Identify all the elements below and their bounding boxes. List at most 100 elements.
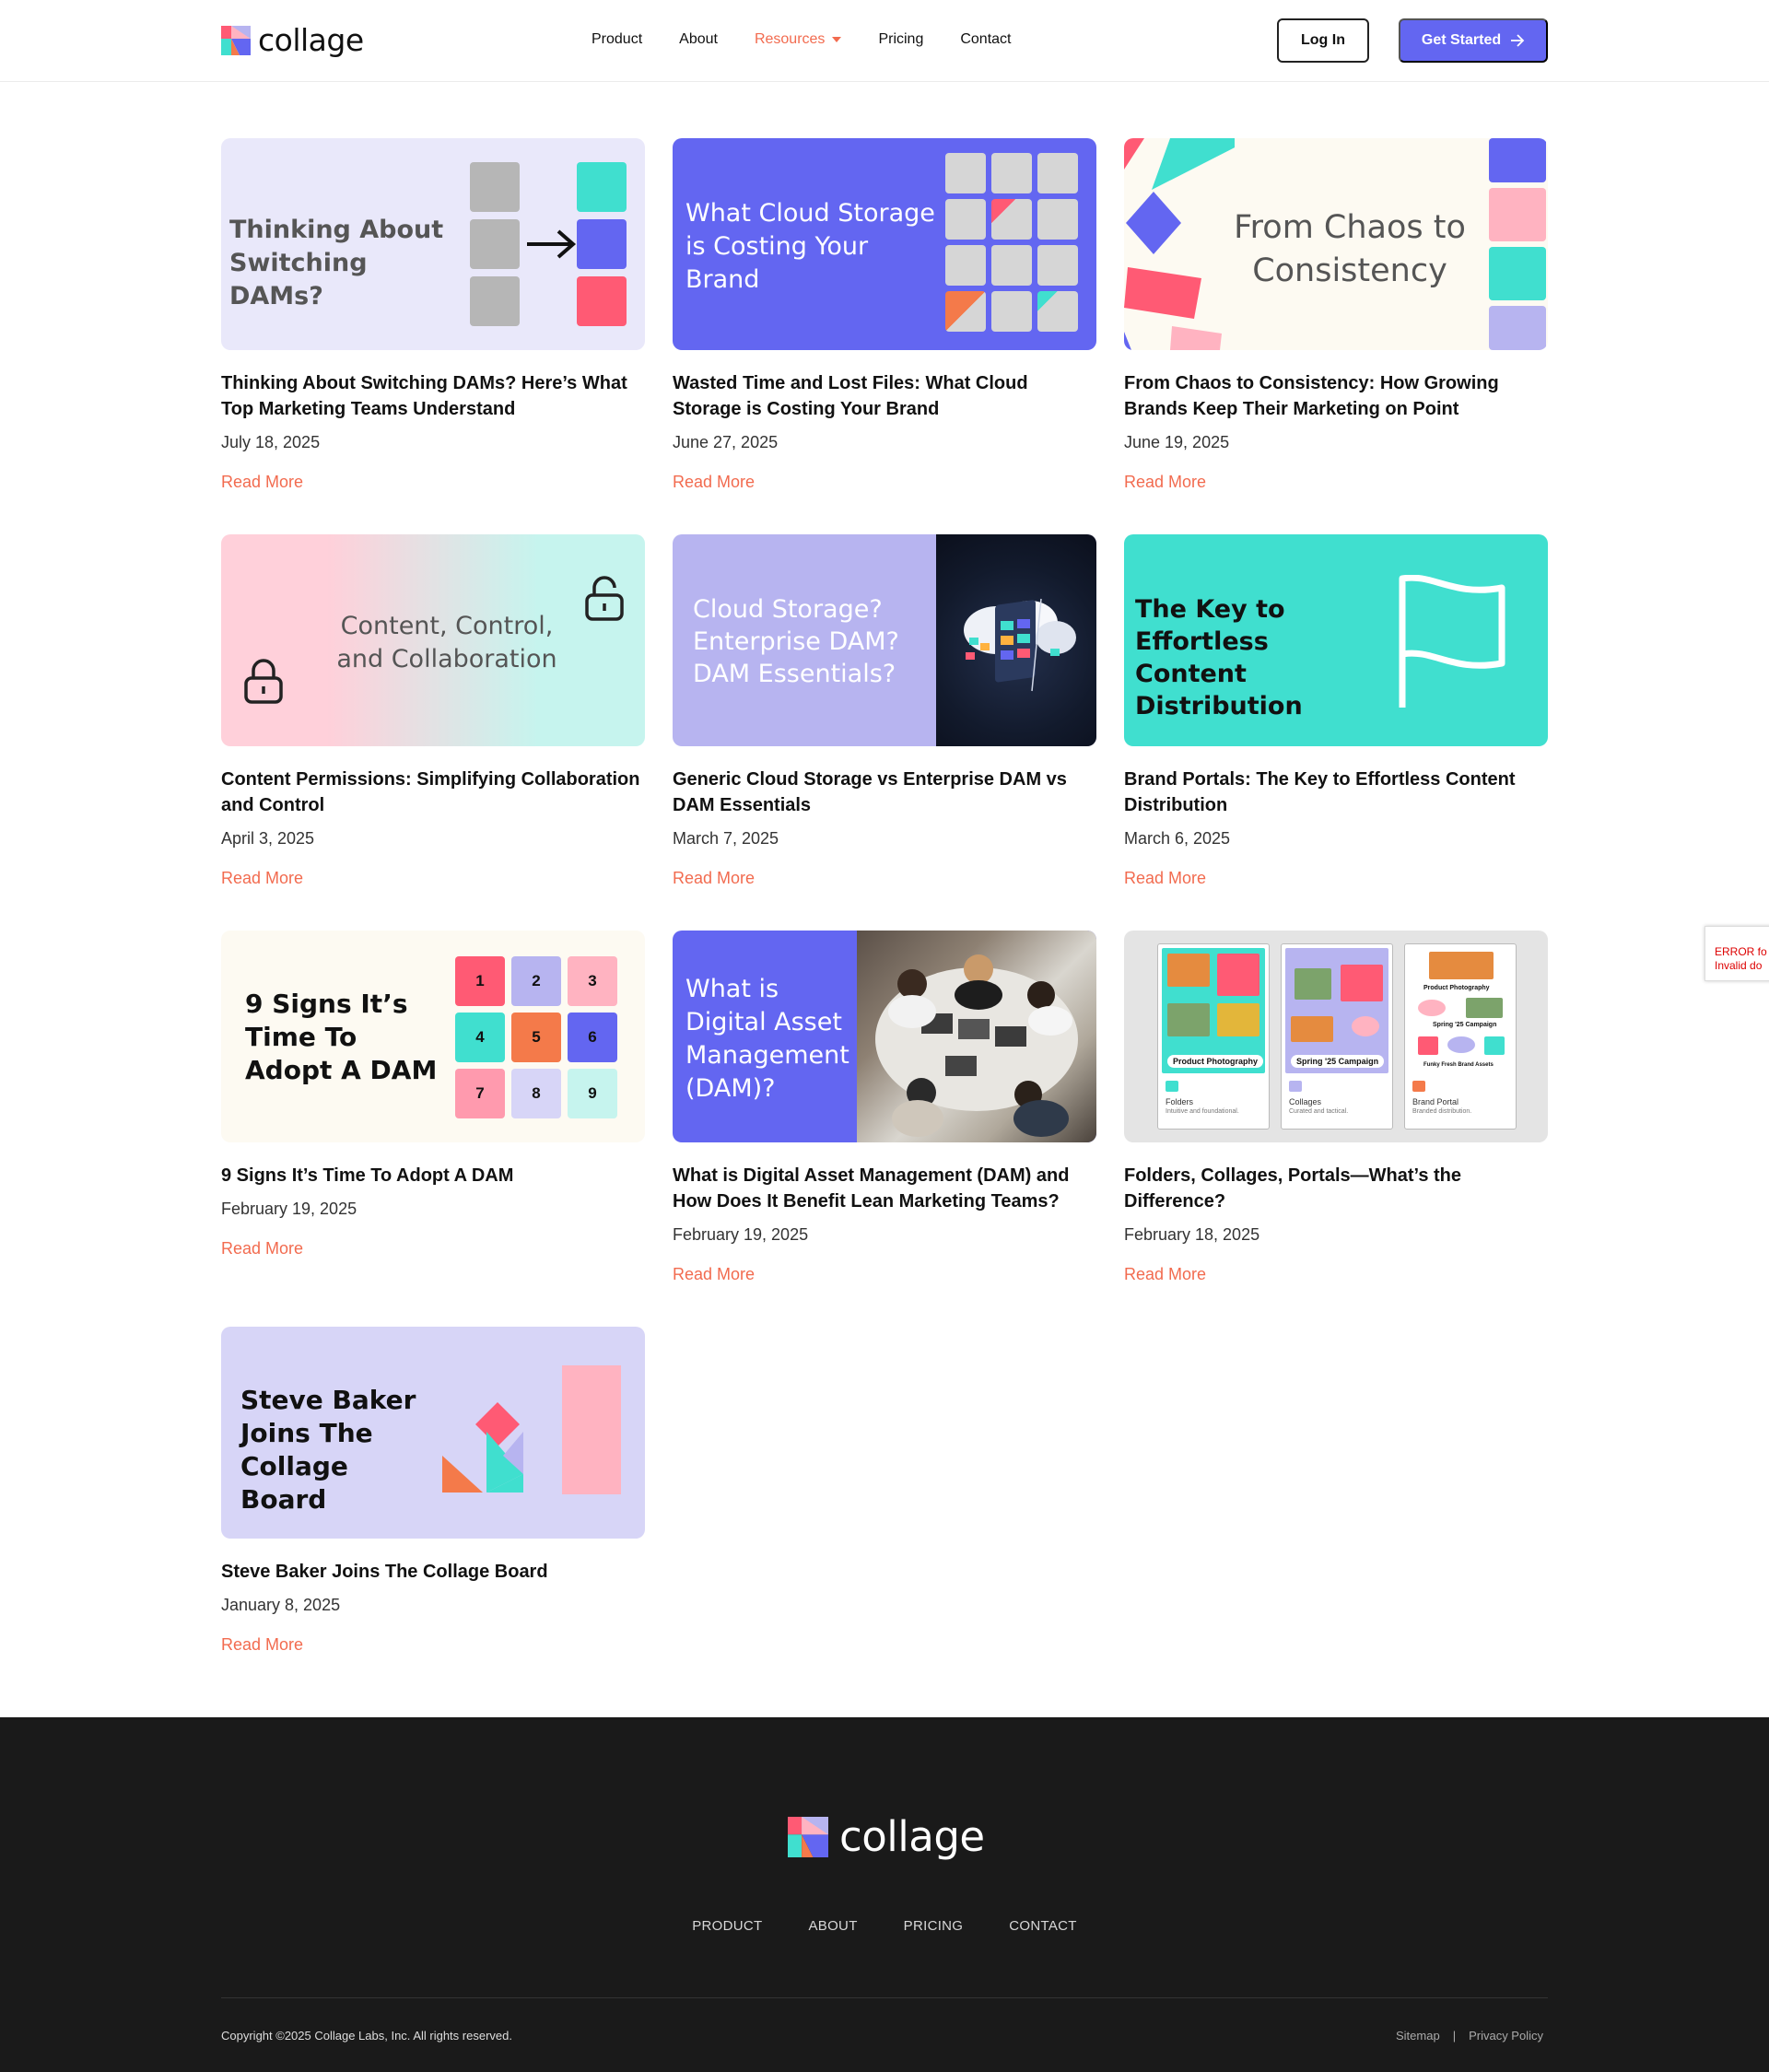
- post-title[interactable]: Folders, Collages, Portals—What’s the Di…: [1124, 1163, 1548, 1214]
- post-title[interactable]: Generic Cloud Storage vs Enterprise DAM …: [673, 767, 1096, 818]
- post-date: March 6, 2025: [1124, 829, 1231, 848]
- privacy-policy-link[interactable]: Privacy Policy: [1469, 2029, 1543, 2043]
- post-date: June 27, 2025: [673, 433, 779, 451]
- thumbnail-text: What Cloud Storage is Costing Your Brand: [685, 199, 935, 294]
- recaptcha-badge[interactable]: ERROR fo Invalid do: [1705, 926, 1769, 981]
- blog-card: 9 Signs It’s Time To Adopt A DAM 1 2 3 4…: [221, 931, 645, 1327]
- portal-card: Spring '25 Campaign Collages Curated and…: [1281, 943, 1393, 1130]
- post-thumbnail[interactable]: The Key to Effortless Content Distributi…: [1124, 534, 1548, 746]
- read-more-link[interactable]: Read More: [1124, 1265, 1206, 1284]
- number-tile: 9: [568, 1069, 617, 1118]
- portal-preview: Spring '25 Campaign: [1285, 948, 1388, 1073]
- collage-icon: [1289, 1081, 1302, 1092]
- read-more-link[interactable]: Read More: [1124, 869, 1206, 888]
- photo-thumbnail: [1418, 1000, 1446, 1016]
- team-photo: [857, 931, 1096, 1142]
- post-title[interactable]: 9 Signs It’s Time To Adopt A DAM: [221, 1163, 645, 1188]
- blog-card: Product Photography Folders Intuitive an…: [1124, 931, 1548, 1327]
- grey-block: [470, 219, 520, 269]
- post-thumbnail[interactable]: 9 Signs It’s Time To Adopt A DAM 1 2 3 4…: [221, 931, 645, 1142]
- flag-icon: [1399, 575, 1505, 708]
- post-title[interactable]: Wasted Time and Lost Files: What Cloud S…: [673, 370, 1096, 422]
- footer-nav-product[interactable]: PRODUCT: [692, 1918, 762, 1934]
- thumbnail-text: Content, Control, and Collaboration: [336, 612, 557, 673]
- footer-nav-contact[interactable]: CONTACT: [1009, 1918, 1076, 1934]
- get-started-label: Get Started: [1421, 32, 1502, 48]
- post-thumbnail[interactable]: What Cloud Storage is Costing Your Brand: [673, 138, 1096, 350]
- blog-card: Thinking About Switching DAMs? Thinking …: [221, 138, 645, 534]
- post-thumbnail[interactable]: Content, Control, and Collaboration: [221, 534, 645, 746]
- post-thumbnail[interactable]: Thinking About Switching DAMs?: [221, 138, 645, 350]
- thumbnail-text: What is Digital Asset Management (DAM)?: [685, 975, 849, 1103]
- nav-contact[interactable]: Contact: [960, 31, 1011, 48]
- copyright: Copyright ©2025 Collage Labs, Inc. All r…: [221, 2029, 512, 2043]
- thumbnail-text: Steve Baker Joins The Collage Board: [240, 1385, 416, 1515]
- read-more-link[interactable]: Read More: [221, 473, 303, 492]
- nav-pricing[interactable]: Pricing: [878, 31, 923, 48]
- portal-label: Spring '25 Campaign: [1291, 1055, 1385, 1068]
- shapes-illustration: [442, 1365, 621, 1494]
- number-tile: 3: [568, 956, 617, 1006]
- portal-desc: Curated and tactical.: [1289, 1108, 1349, 1115]
- login-button[interactable]: Log In: [1277, 18, 1369, 63]
- number-tile: 8: [511, 1069, 561, 1118]
- number-tile: 7: [455, 1069, 505, 1118]
- teal-block: [1489, 247, 1546, 300]
- nav-resources[interactable]: Resources: [755, 31, 842, 48]
- number-tile: 1: [455, 956, 505, 1006]
- read-more-link[interactable]: Read More: [673, 473, 755, 492]
- post-title[interactable]: Brand Portals: The Key to Effortless Con…: [1124, 767, 1548, 818]
- footer-nav-about[interactable]: ABOUT: [808, 1918, 857, 1934]
- read-more-link[interactable]: Read More: [673, 869, 755, 888]
- post-title[interactable]: What is Digital Asset Management (DAM) a…: [673, 1163, 1096, 1214]
- post-title[interactable]: Steve Baker Joins The Collage Board: [221, 1559, 645, 1585]
- post-date: January 8, 2025: [221, 1596, 341, 1614]
- post-date: April 3, 2025: [221, 829, 315, 848]
- footer-nav-pricing[interactable]: PRICING: [904, 1918, 964, 1934]
- number-tile: 2: [511, 956, 561, 1006]
- photo-thumbnail: [1167, 1003, 1210, 1036]
- photo-thumbnail: [1167, 954, 1210, 987]
- read-more-link[interactable]: Read More: [1124, 473, 1206, 492]
- lavender-block: [1489, 306, 1546, 350]
- portal-card: Product Photography Folders Intuitive an…: [1157, 943, 1270, 1130]
- number-tile: 5: [511, 1013, 561, 1062]
- post-title[interactable]: Content Permissions: Simplifying Collabo…: [221, 767, 645, 818]
- blue-block: [577, 219, 627, 269]
- footer-logo[interactable]: collage: [788, 1816, 985, 1857]
- photo-thumbnail: [1295, 968, 1331, 1000]
- get-started-button[interactable]: Get Started: [1399, 18, 1548, 63]
- portal-label: Spring '25 Campaign: [1433, 1022, 1497, 1028]
- footer-nav: PRODUCT ABOUT PRICING CONTACT: [0, 1918, 1769, 1934]
- post-title[interactable]: Thinking About Switching DAMs? Here’s Wh…: [221, 370, 645, 422]
- nav-product[interactable]: Product: [592, 31, 642, 48]
- post-thumbnail[interactable]: From Chaos to Consistency: [1124, 138, 1548, 350]
- blog-card: From Chaos to Consistency From Chaos to …: [1124, 138, 1548, 534]
- post-thumbnail[interactable]: Cloud Storage? Enterprise DAM? DAM Essen…: [673, 534, 1096, 746]
- recaptcha-error-line: ERROR fo: [1715, 945, 1767, 958]
- portal-label: Product Photography: [1423, 985, 1490, 991]
- blue-block: [1489, 138, 1546, 182]
- read-more-link[interactable]: Read More: [673, 1265, 755, 1284]
- read-more-link[interactable]: Read More: [221, 1635, 303, 1655]
- number-grid: 1 2 3 4 5 6 7 8 9: [455, 956, 617, 1118]
- post-thumbnail[interactable]: Steve Baker Joins The Collage Board: [221, 1327, 645, 1539]
- read-more-link[interactable]: Read More: [221, 869, 303, 888]
- brand-logo[interactable]: collage: [221, 25, 364, 55]
- portal-card: Product Photography Spring '25 Campaign …: [1404, 943, 1517, 1130]
- portal-desc: Branded distribution.: [1412, 1108, 1472, 1115]
- post-title[interactable]: From Chaos to Consistency: How Growing B…: [1124, 370, 1548, 422]
- photo-thumbnail: [1466, 998, 1503, 1018]
- read-more-link[interactable]: Read More: [221, 1239, 303, 1258]
- chevron-down-icon: [832, 37, 842, 42]
- blog-card: The Key to Effortless Content Distributi…: [1124, 534, 1548, 931]
- footer-legal: Sitemap | Privacy Policy: [1396, 2029, 1543, 2043]
- grey-block: [470, 276, 520, 326]
- post-thumbnail[interactable]: What is Digital Asset Management (DAM)?: [673, 931, 1096, 1142]
- portal-desc: Intuitive and foundational.: [1166, 1108, 1239, 1115]
- meeting-illustration: [875, 954, 1078, 1137]
- pink-block: [577, 276, 627, 326]
- post-thumbnail[interactable]: Product Photography Folders Intuitive an…: [1124, 931, 1548, 1142]
- nav-about[interactable]: About: [679, 31, 718, 48]
- sitemap-link[interactable]: Sitemap: [1396, 2029, 1440, 2043]
